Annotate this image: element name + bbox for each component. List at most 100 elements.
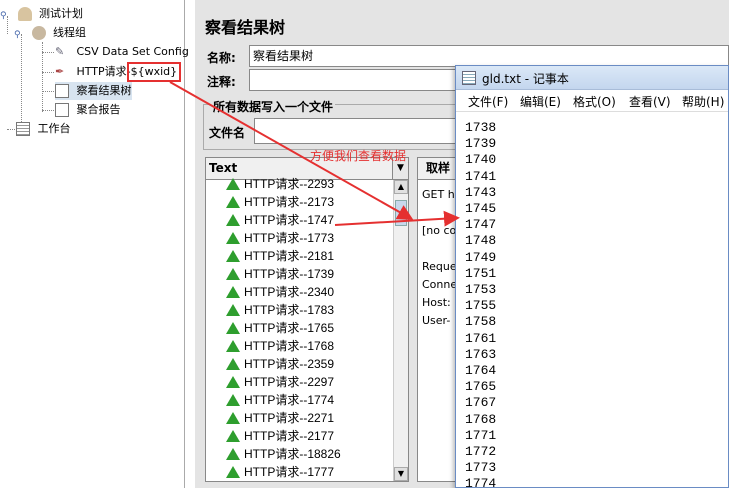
listener-icon (55, 84, 69, 98)
success-triangle-icon (226, 213, 240, 226)
success-triangle-icon (226, 411, 240, 424)
notepad-line: 1741 (465, 168, 497, 184)
notepad-line: 1764 (465, 363, 497, 378)
tree-item-csv-config[interactable]: ✎ CSV Data Set Config (55, 43, 189, 61)
notepad-titlebar[interactable]: gld.txt - 记事本 (456, 66, 728, 90)
notepad-icon (462, 71, 476, 85)
result-item-label: HTTP请求--1773 (244, 231, 335, 245)
result-item-label: HTTP请求--1777 (244, 465, 335, 479)
result-item-label: HTTP请求--1747 (244, 213, 335, 227)
test-plan-tree: ⚲ 测试计划 ⚲ 线程组 ✎ CSV Data Set Config ✒ HTT… (0, 0, 189, 488)
result-list-item[interactable]: HTTP请求--2293 (226, 175, 334, 193)
result-list-item[interactable]: HTTP请求--2359 (226, 355, 334, 373)
result-item-label: HTTP请求--1739 (244, 267, 335, 281)
result-list-item[interactable]: HTTP请求--2181 (226, 247, 334, 265)
tree-item-view-results-tree[interactable]: 察看结果树 (55, 82, 132, 100)
result-list-item[interactable]: HTTP请求--1768 (226, 337, 334, 355)
success-triangle-icon (226, 339, 240, 352)
success-triangle-icon (226, 177, 240, 190)
request-line: Conne (422, 278, 458, 291)
thread-group-icon (31, 26, 46, 40)
result-list-item[interactable]: HTTP请求--2173 (226, 193, 334, 211)
result-list-item[interactable]: HTTP请求--1783 (226, 301, 334, 319)
tree-label: CSV Data Set Config (76, 45, 189, 58)
tree-item-workbench[interactable]: 工作台 (16, 120, 71, 138)
notepad-line: 1771 (465, 427, 497, 443)
notepad-line: 1745 (465, 201, 497, 216)
result-list-item[interactable]: HTTP请求--1774 (226, 391, 334, 409)
request-line: Host: (422, 296, 451, 309)
notepad-text-area[interactable]: 1738 1739 1740 1741 1743 1745 1747 1748 1749 1751… (456, 113, 728, 487)
menu-edit[interactable]: 编辑(E) (520, 93, 561, 110)
success-triangle-icon (226, 357, 240, 370)
tree-connector (42, 72, 54, 73)
tree-connector (42, 110, 54, 111)
tree-connector (42, 52, 54, 53)
expand-toggle-icon[interactable]: ⚲ (0, 7, 10, 21)
result-list-item[interactable]: HTTP请求--1747 (226, 211, 334, 229)
notepad-line: 1738 (465, 120, 497, 135)
result-list-item[interactable]: HTTP请求--2177 (226, 427, 334, 445)
tree-label: 线程组 (53, 26, 86, 39)
success-triangle-icon (226, 267, 240, 280)
pipette-icon: ✒ (55, 65, 65, 78)
notepad-line: 1751 (465, 265, 497, 281)
menu-file[interactable]: 文件(F) (468, 93, 508, 110)
result-list-item[interactable]: HTTP请求--2340 (226, 283, 334, 301)
scroll-up-icon[interactable]: ▲ (394, 180, 408, 194)
name-field[interactable]: 察看结果树 (249, 45, 729, 67)
success-triangle-icon (226, 303, 240, 316)
tree-item-aggregate-report[interactable]: 聚合报告 (55, 101, 121, 119)
filename-label: 文件名 (209, 126, 246, 140)
request-line: [no co (422, 224, 457, 237)
scroll-down-icon[interactable]: ▼ (394, 467, 408, 481)
result-list-item[interactable]: HTTP请求--1739 (226, 265, 334, 283)
success-triangle-icon (226, 195, 240, 208)
result-list-item[interactable]: HTTP请求--1777 (226, 463, 334, 481)
result-list-item[interactable]: HTTP请求--1765 (226, 319, 334, 337)
request-line: Reque (422, 260, 457, 273)
listener-icon (55, 103, 69, 117)
result-item-label: HTTP请求--2359 (244, 357, 335, 371)
notepad-menubar: 文件(F) 编辑(E) 格式(O) 查看(V) 帮助(H) (456, 90, 728, 112)
result-list-item[interactable]: HTTP请求--2271 (226, 409, 334, 427)
success-triangle-icon (226, 231, 240, 244)
notepad-line: 1773 (465, 460, 497, 476)
menu-view[interactable]: 查看(V) (629, 93, 671, 110)
menu-help[interactable]: 帮助(H) (682, 93, 724, 110)
test-plan-icon (17, 7, 32, 21)
result-item-label: HTTP请求--2181 (244, 249, 335, 263)
success-triangle-icon (226, 393, 240, 406)
result-list-item[interactable]: HTTP请求--1773 (226, 229, 334, 247)
page-title: 察看结果树 (205, 18, 286, 37)
annotation-text: 方便我们查看数据 (310, 149, 407, 163)
renderer-select-value: Text (209, 161, 238, 175)
result-item-label: HTTP请求--1774 (244, 393, 335, 407)
notepad-line: 1774 (465, 476, 497, 487)
tree-label: 工作台 (37, 122, 71, 135)
notepad-line: 1753 (465, 282, 497, 297)
highlight-box (127, 62, 181, 82)
result-item-label: HTTP请求--2297 (244, 375, 335, 389)
tree-label: 测试计划 (39, 7, 83, 20)
scroll-thumb[interactable] (395, 200, 407, 226)
menu-format[interactable]: 格式(O) (573, 93, 616, 110)
notepad-line: 1758 (465, 314, 497, 330)
workbench-icon (16, 122, 30, 136)
tree-item-thread-group[interactable]: ⚲ 线程组 (14, 24, 86, 42)
tree-item-test-plan[interactable]: ⚲ 测试计划 (0, 5, 83, 23)
notepad-line: 1743 (465, 184, 497, 200)
tree-label: HTTP请求- (76, 65, 131, 78)
notepad-line: 1748 (465, 233, 497, 249)
success-triangle-icon (226, 249, 240, 262)
result-list-item[interactable]: HTTP请求--2297 (226, 373, 334, 391)
result-item-label: HTTP请求--2340 (244, 285, 335, 299)
write-all-label: 所有数据写入一个文件 (211, 98, 336, 115)
result-list-item[interactable]: HTTP请求--18826 (226, 445, 341, 463)
notepad-line: 1765 (465, 379, 497, 395)
expand-toggle-icon[interactable]: ⚲ (14, 26, 24, 40)
result-item-label: HTTP请求--2271 (244, 411, 335, 425)
list-scrollbar[interactable]: ▲ ▼ (393, 180, 408, 481)
name-label: 名称: (207, 51, 236, 65)
result-item-label: HTTP请求--1765 (244, 321, 335, 335)
